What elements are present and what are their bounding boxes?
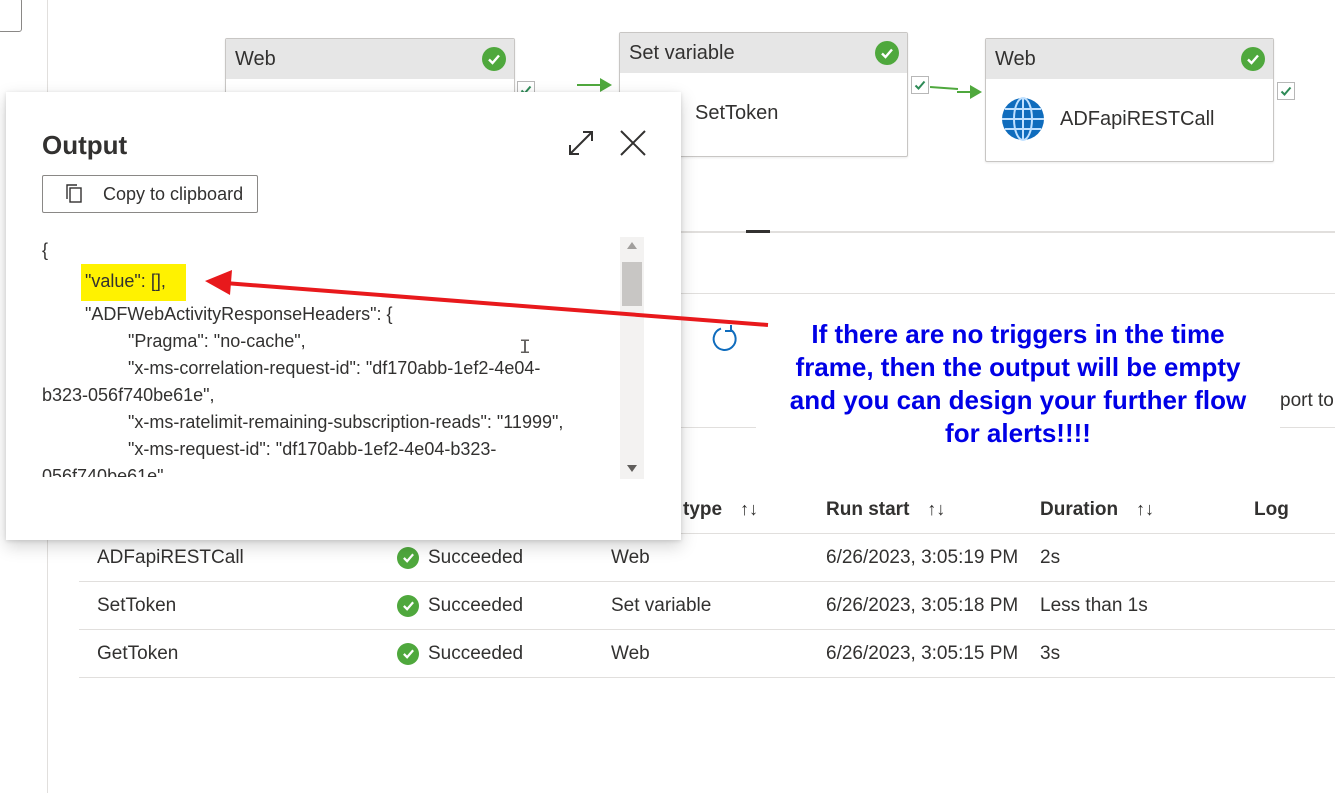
column-header-label: Duration <box>1040 498 1119 520</box>
status-label: Succeeded <box>428 546 524 568</box>
sort-icon[interactable]: ↑↓ <box>927 499 945 520</box>
status-cell: Succeeded <box>397 546 524 569</box>
scroll-down-arrow-icon[interactable] <box>627 465 637 472</box>
annotation-callout: If there are no triggers in the time fra… <box>756 318 1280 452</box>
column-header-label: Run start <box>826 498 910 520</box>
column-header-run-start[interactable]: Run start ↑↓ <box>826 499 945 521</box>
panel-title: Output <box>42 130 128 160</box>
expand-icon[interactable] <box>566 128 596 158</box>
status-label: Succeeded <box>428 594 524 616</box>
activity-type-cell: Web <box>611 642 650 664</box>
sort-icon[interactable]: ↑↓ <box>1136 499 1154 520</box>
globe-icon <box>1002 97 1044 141</box>
activity-node-header: Set variable <box>620 33 907 73</box>
success-check-icon <box>875 41 899 65</box>
copy-icon <box>66 184 82 203</box>
success-check-icon <box>397 594 419 617</box>
json-line: "ADFWebActivityResponseHeaders": { <box>85 304 393 324</box>
text-cursor-icon: I <box>519 337 532 360</box>
activity-type-cell: Set variable <box>611 594 712 616</box>
json-line: "Pragma": "no-cache", <box>128 331 306 351</box>
success-check-icon <box>482 47 506 71</box>
table-row[interactable]: ADFapiRESTCall Succeeded Web 6/26/2023, … <box>79 534 1335 582</box>
column-header-log: Log <box>1254 499 1289 521</box>
success-check-icon <box>1241 47 1265 71</box>
annotation-line: frame, then the output will be empty <box>795 352 1241 382</box>
close-icon[interactable] <box>618 128 648 158</box>
run-start-cell: 6/26/2023, 3:05:19 PM <box>826 546 1019 568</box>
run-start-cell: 6/26/2023, 3:05:18 PM <box>826 594 1019 616</box>
json-line: "x-ms-ratelimit-remaining-subscription-r… <box>128 412 564 432</box>
activity-type-cell: Web <box>611 546 650 568</box>
json-line-highlighted: "value": [], <box>42 264 622 301</box>
toolbar-divider <box>680 293 1335 294</box>
success-check-icon <box>397 642 419 665</box>
json-line: 056f740be61e", <box>42 466 169 477</box>
output-check-icon[interactable] <box>1277 82 1295 100</box>
activity-type-label: Web <box>235 47 276 70</box>
output-check-icon[interactable] <box>911 76 929 94</box>
annotation-line: and you can design your further flow <box>789 385 1247 415</box>
json-line: { <box>42 240 49 260</box>
activity-name-cell[interactable]: ADFapiRESTCall <box>97 547 244 569</box>
connector-arrow-icon <box>970 85 982 99</box>
scrollbar-thumb[interactable] <box>622 262 642 306</box>
activity-node-web-restcall[interactable]: Web ADFapiRESTCall <box>985 38 1274 162</box>
json-line: b323-056f740be61e", <box>42 385 215 405</box>
activity-node-header: Web <box>226 39 514 79</box>
copy-to-clipboard-button[interactable]: Copy to clipboard <box>42 175 258 213</box>
run-start-cell: 6/26/2023, 3:05:15 PM <box>826 642 1019 664</box>
duration-cell: 2s <box>1040 546 1061 568</box>
activity-type-label: Set variable <box>629 41 735 64</box>
annotation-line: If there are no triggers in the time <box>811 319 1225 349</box>
activity-name-cell[interactable]: SetToken <box>97 595 176 617</box>
table-row[interactable]: SetToken Succeeded Set variable 6/26/202… <box>79 582 1335 630</box>
connector-arrow-icon <box>600 78 612 92</box>
pipeline-run-view: Web Set variable SetToken Web ADFapiREST… <box>0 0 1335 793</box>
activity-node-body: ADFapiRESTCall <box>986 79 1273 159</box>
vertical-scrollbar[interactable] <box>620 237 644 479</box>
scroll-up-arrow-icon[interactable] <box>627 242 637 249</box>
duration-cell: 3s <box>1040 642 1061 664</box>
activity-name: ADFapiRESTCall <box>1060 107 1215 130</box>
column-header-label: type <box>683 498 723 520</box>
column-header-activity-type[interactable]: type ↑↓ <box>683 499 758 521</box>
output-panel: Output Copy to clipboard { "value": [], … <box>6 92 681 540</box>
sort-icon[interactable]: ↑↓ <box>740 499 758 520</box>
success-connector <box>929 86 959 90</box>
activity-node-header: Web <box>986 39 1273 79</box>
annotation-line: for alerts!!!! <box>945 418 1091 448</box>
highlighted-value-field: "value": [], <box>81 264 186 301</box>
column-header-duration[interactable]: Duration ↑↓ <box>1040 499 1154 521</box>
active-tab-indicator <box>746 230 770 233</box>
column-header-label: Log <box>1254 498 1289 520</box>
activity-type-label: Web <box>995 47 1036 70</box>
status-cell: Succeeded <box>397 594 524 617</box>
output-json-view[interactable]: { "value": [], "ADFWebActivityResponseHe… <box>42 237 622 477</box>
success-check-icon <box>397 546 419 569</box>
status-label: Succeeded <box>428 642 524 664</box>
tab-strip-divider <box>680 231 1335 233</box>
collapse-toggle[interactable] <box>0 0 22 32</box>
activity-name: SetToken <box>695 101 779 124</box>
json-line: "x-ms-correlation-request-id": "df170abb… <box>128 358 541 378</box>
status-cell: Succeeded <box>397 642 524 665</box>
json-line: "x-ms-request-id": "df170abb-1ef2-4e04-b… <box>128 439 497 459</box>
duration-cell: Less than 1s <box>1040 594 1148 616</box>
refresh-icon[interactable] <box>709 324 739 354</box>
table-row[interactable]: GetToken Succeeded Web 6/26/2023, 3:05:1… <box>79 630 1335 678</box>
copy-button-label: Copy to clipboard <box>103 183 244 204</box>
activity-name-cell[interactable]: GetToken <box>97 643 178 665</box>
export-to-button[interactable]: port to <box>1280 390 1334 412</box>
